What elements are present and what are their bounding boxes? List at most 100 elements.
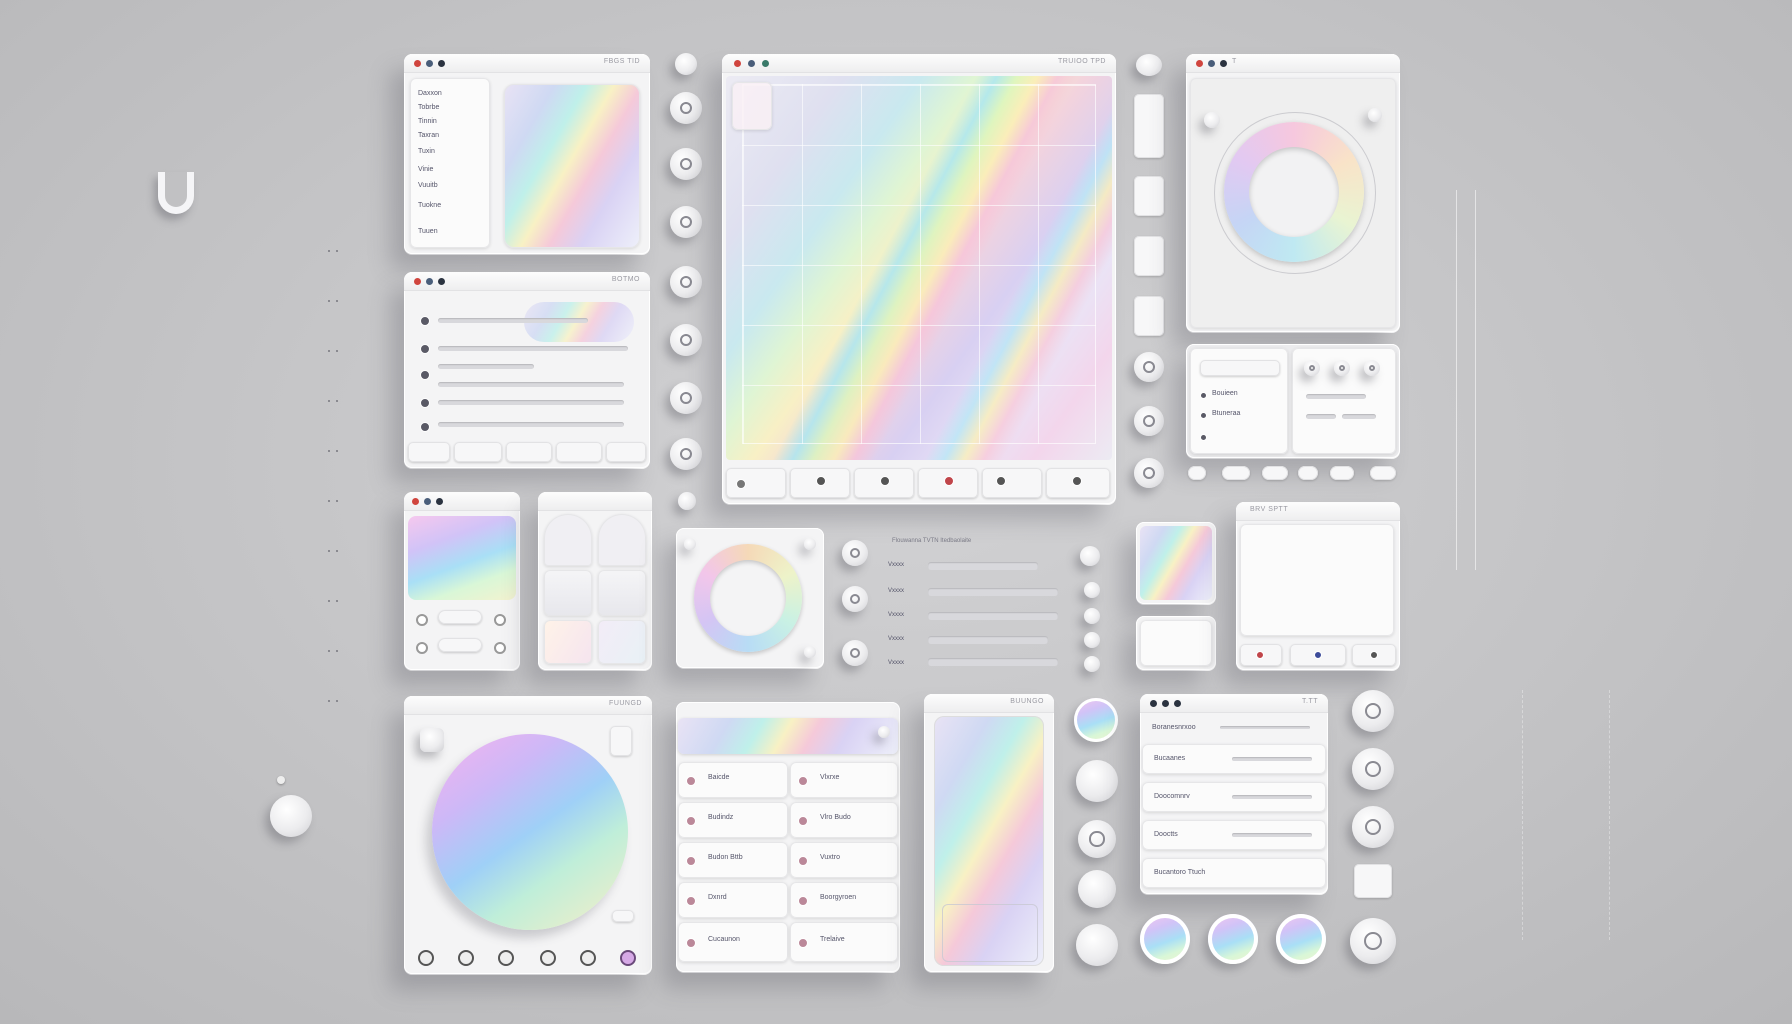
tile[interactable]: [598, 620, 646, 664]
control-dot[interactable]: [416, 614, 428, 626]
tab-button[interactable]: [556, 442, 602, 462]
square-button[interactable]: [1134, 94, 1164, 158]
tab-button[interactable]: [454, 442, 502, 462]
mini-pill[interactable]: [1262, 466, 1288, 480]
swatch-dot[interactable]: [498, 950, 514, 966]
preview-button[interactable]: [1240, 644, 1282, 666]
tab-button[interactable]: [506, 442, 552, 462]
slider-track[interactable]: [928, 562, 1038, 570]
tab-button[interactable]: [408, 442, 450, 462]
swatch-dot[interactable]: [418, 950, 434, 966]
knob-button[interactable]: [1350, 918, 1396, 964]
small-thumbnail[interactable]: [732, 82, 772, 130]
holo-header-bar[interactable]: [678, 718, 898, 754]
control-dot[interactable]: [494, 642, 506, 654]
close-dot[interactable]: [734, 60, 741, 67]
arch-tile[interactable]: [544, 514, 592, 566]
tile[interactable]: [544, 570, 592, 616]
slider-track[interactable]: [928, 612, 1058, 620]
maximize-dot[interactable]: [438, 60, 445, 67]
tile[interactable]: [544, 620, 592, 664]
slider-knob[interactable]: [1084, 582, 1100, 598]
slider-knob[interactable]: [1084, 632, 1100, 648]
list-row[interactable]: Bucaanes: [1142, 744, 1326, 774]
preview-button[interactable]: [1290, 644, 1346, 666]
sidebar-item[interactable]: Vuuitb: [418, 182, 438, 189]
minimize-dot[interactable]: [426, 60, 433, 67]
knob-button[interactable]: [1076, 924, 1118, 966]
minimize-dot[interactable]: [748, 60, 755, 67]
holographic-canvas[interactable]: [726, 76, 1112, 460]
corner-button[interactable]: [610, 726, 632, 756]
list-cell[interactable]: Boorgyroen: [790, 882, 898, 918]
sidebar-item[interactable]: Vinie: [418, 166, 433, 173]
knob-button[interactable]: [670, 266, 702, 298]
small-toggle[interactable]: [1136, 54, 1162, 76]
square-button[interactable]: [1134, 176, 1164, 216]
knob-button[interactable]: [842, 586, 868, 612]
list-row[interactable]: Dooctts: [1142, 820, 1326, 850]
knob-button[interactable]: [670, 92, 702, 124]
knob-button[interactable]: [1352, 748, 1394, 790]
sidebar-item[interactable]: Tuokne: [418, 202, 441, 209]
mini-pill[interactable]: [1222, 466, 1250, 480]
knob-button[interactable]: [1076, 760, 1118, 802]
sidebar-item[interactable]: Tinnin: [418, 118, 437, 125]
swatch-dot[interactable]: [458, 950, 474, 966]
knob-button[interactable]: [1078, 820, 1116, 858]
sidebar-item[interactable]: Tuxin: [418, 148, 435, 155]
list-row[interactable]: Bucantoro Ttuch: [1142, 858, 1326, 888]
mini-pill[interactable]: [1188, 466, 1206, 480]
mini-pill[interactable]: [1330, 466, 1354, 480]
sidebar-item[interactable]: Daxxon: [418, 90, 442, 97]
swatch-dot[interactable]: [540, 950, 556, 966]
mini-pill[interactable]: [1298, 466, 1318, 480]
knob-button[interactable]: [670, 206, 702, 238]
header-knob[interactable]: [878, 726, 890, 738]
square-button[interactable]: [1354, 864, 1392, 898]
floating-knob[interactable]: [270, 795, 312, 837]
knob-button[interactable]: [1134, 406, 1164, 436]
preview-button[interactable]: [1352, 644, 1396, 666]
tile[interactable]: [598, 570, 646, 616]
arch-tile[interactable]: [598, 514, 646, 566]
dial[interactable]: [1304, 360, 1320, 376]
dial[interactable]: [1364, 360, 1380, 376]
holo-orb[interactable]: [1140, 914, 1190, 964]
list-cell[interactable]: Budon Bttb: [678, 842, 788, 878]
blank-thumb-card[interactable]: [1136, 616, 1216, 670]
ring-handle[interactable]: [1368, 108, 1382, 122]
sidebar-item[interactable]: Tobrbe: [418, 104, 439, 111]
close-dot[interactable]: [412, 498, 419, 505]
knob-button[interactable]: [670, 148, 702, 180]
knob-button[interactable]: [670, 324, 702, 356]
list-row[interactable]: Doocomnrv: [1142, 782, 1326, 812]
minimize-dot[interactable]: [424, 498, 431, 505]
close-dot[interactable]: [1196, 60, 1203, 67]
square-button[interactable]: [1134, 296, 1164, 336]
ring-handle[interactable]: [1204, 112, 1220, 128]
square-button[interactable]: [1134, 236, 1164, 276]
knob-button[interactable]: [1134, 352, 1164, 382]
slider-track[interactable]: [928, 658, 1058, 666]
control-dot[interactable]: [416, 642, 428, 654]
close-dot[interactable]: [414, 278, 421, 285]
knob-button[interactable]: [842, 640, 868, 666]
slider-knob[interactable]: [1084, 656, 1100, 672]
small-toggle[interactable]: [675, 53, 697, 75]
gradient-swatch[interactable]: [408, 516, 516, 600]
toolbar-button[interactable]: [726, 468, 786, 498]
sidebar-item[interactable]: Tuuen: [418, 228, 438, 235]
control-dot[interactable]: [494, 614, 506, 626]
list-cell[interactable]: Vlxrxe: [790, 762, 898, 798]
knob-button[interactable]: [1352, 690, 1394, 732]
list-cell[interactable]: Vuxtro: [790, 842, 898, 878]
control-pill[interactable]: [438, 638, 482, 652]
minimize-dot[interactable]: [426, 278, 433, 285]
maximize-dot[interactable]: [436, 498, 443, 505]
close-dot[interactable]: [414, 60, 421, 67]
window-dot[interactable]: [1162, 700, 1169, 707]
knob-button[interactable]: [670, 438, 702, 470]
list-cell[interactable]: Baicde: [678, 762, 788, 798]
knob-button[interactable]: [1134, 458, 1164, 488]
